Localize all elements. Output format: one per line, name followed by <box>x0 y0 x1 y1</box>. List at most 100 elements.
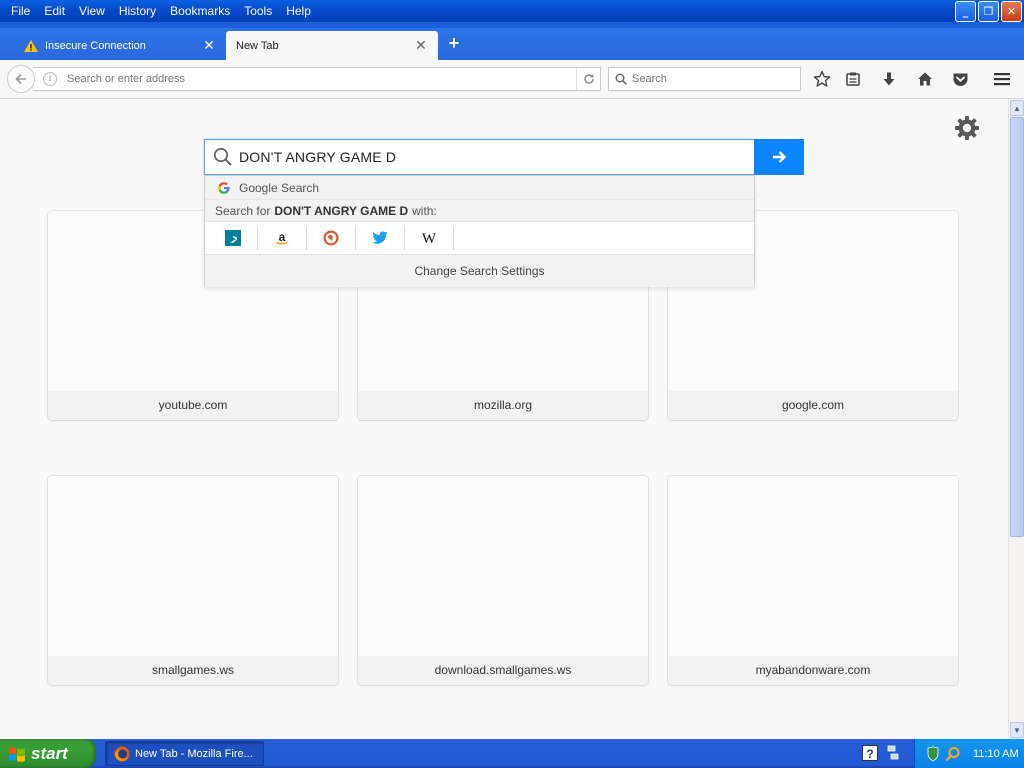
bing-icon <box>225 230 241 246</box>
url-bar[interactable]: i <box>33 67 601 91</box>
menu-bar: File Edit View History Bookmarks Tools H… <box>0 0 1024 22</box>
home-button[interactable] <box>914 68 936 90</box>
help-tray-icon[interactable]: ? <box>862 745 878 761</box>
tile-label: mozilla.org <box>358 391 648 420</box>
tile-label: smallgames.ws <box>48 656 338 685</box>
engine-wikipedia-button[interactable]: W <box>405 226 454 250</box>
pocket-button[interactable] <box>949 68 971 90</box>
gear-icon <box>955 116 979 140</box>
window-controls: _ ❐ ✕ <box>955 1 1022 22</box>
tile-label: google.com <box>668 391 958 420</box>
plus-icon: + <box>448 33 460 53</box>
search-for-query: DON'T ANGRY GAME D <box>274 203 409 218</box>
tile-label: youtube.com <box>48 391 338 420</box>
back-button[interactable] <box>7 65 35 93</box>
top-site-tile-myabandonware[interactable]: myabandonware.com <box>668 476 958 685</box>
search-icon <box>615 73 627 85</box>
info-icon[interactable]: i <box>43 72 57 86</box>
download-arrow-icon <box>883 72 895 86</box>
menu-tools[interactable]: Tools <box>237 4 279 18</box>
top-site-tile-download-smallgames[interactable]: download.smallgames.ws <box>358 476 648 685</box>
menu-help[interactable]: Help <box>279 4 318 18</box>
close-icon: ✕ <box>1006 5 1017 18</box>
minimize-button[interactable]: _ <box>955 1 976 22</box>
search-for-suffix: with: <box>412 203 437 218</box>
bookmarks-menu-button[interactable] <box>842 68 864 90</box>
clipboard-icon <box>846 72 860 86</box>
engine-duckduckgo-button[interactable] <box>307 226 356 250</box>
home-icon <box>918 72 932 86</box>
engine-amazon-button[interactable]: a <box>258 226 307 250</box>
search-go-button[interactable] <box>754 139 804 175</box>
restore-icon: ❐ <box>983 5 994 18</box>
google-search-suggestion[interactable]: Google Search <box>205 176 754 200</box>
back-arrow-icon <box>15 73 26 85</box>
change-search-settings-button[interactable]: Change Search Settings <box>205 255 754 287</box>
hamburger-icon <box>994 73 1010 86</box>
tab-title: Insecure Connection <box>45 39 146 52</box>
top-site-tile-smallgames[interactable]: smallgames.ws <box>48 476 338 685</box>
one-off-engines: a W <box>205 222 754 255</box>
pocket-icon <box>953 73 967 86</box>
close-window-button[interactable]: ✕ <box>1001 1 1022 22</box>
menu-edit[interactable]: Edit <box>37 4 72 18</box>
warning-icon <box>24 39 38 52</box>
triangle-up-icon: ▲ <box>1013 103 1021 113</box>
clock: 11:10 AM <box>973 747 1019 760</box>
tile-thumbnail <box>668 476 958 656</box>
triangle-down-icon: ▼ <box>1013 725 1021 735</box>
reload-icon[interactable] <box>576 68 600 90</box>
menu-view[interactable]: View <box>72 4 112 18</box>
menu-bookmarks[interactable]: Bookmarks <box>163 4 237 18</box>
tile-label: myabandonware.com <box>668 656 958 685</box>
system-tray: 11:10 AM <box>914 739 1024 768</box>
search-tray-icon[interactable] <box>945 746 961 762</box>
tab-new-tab[interactable]: New Tab ✕ <box>226 31 438 60</box>
taskbar-item-firefox[interactable]: New Tab - Mozilla Fire... <box>105 741 264 766</box>
menu-file[interactable]: File <box>4 4 37 18</box>
scrollbar-thumb[interactable] <box>1010 117 1024 537</box>
google-icon <box>218 181 230 194</box>
tab-close-icon[interactable]: ✕ <box>414 37 428 54</box>
search-bar[interactable] <box>608 67 801 91</box>
engine-bing-button[interactable] <box>209 226 258 250</box>
svg-text:a: a <box>279 230 286 244</box>
new-tab-button[interactable]: + <box>445 34 463 52</box>
downloads-button[interactable] <box>878 68 900 90</box>
scroll-up-button[interactable]: ▲ <box>1010 100 1024 116</box>
bookmark-star-button[interactable] <box>811 68 833 90</box>
search-for-row: Search for DON'T ANGRY GAME D with: <box>205 200 754 222</box>
hamburger-menu-button[interactable] <box>991 68 1013 90</box>
wikipedia-icon: W <box>422 231 437 246</box>
vertical-scrollbar[interactable]: ▲ ▼ <box>1008 99 1024 739</box>
star-icon <box>813 70 831 87</box>
menu-history[interactable]: History <box>112 4 163 18</box>
tile-thumbnail <box>48 476 338 656</box>
tab-title: New Tab <box>236 39 279 52</box>
windows-logo-icon <box>9 746 25 762</box>
scroll-down-button[interactable]: ▼ <box>1010 722 1024 738</box>
duckduckgo-icon <box>323 230 339 246</box>
customize-settings-button[interactable] <box>953 114 981 142</box>
tab-insecure-connection[interactable]: Insecure Connection ✕ <box>14 31 226 60</box>
tab-close-icon[interactable]: ✕ <box>202 37 216 54</box>
tile-label: download.smallgames.ws <box>358 656 648 685</box>
restore-button[interactable]: ❐ <box>978 1 999 22</box>
start-button[interactable]: start <box>0 739 96 768</box>
shield-tray-icon[interactable] <box>925 746 941 762</box>
newtab-search-field[interactable]: DON'T ANGRY GAME D <box>204 139 755 175</box>
search-query-text[interactable]: DON'T ANGRY GAME D <box>239 149 396 165</box>
url-input[interactable] <box>67 73 576 85</box>
search-icon <box>213 147 232 166</box>
svg-text:W: W <box>422 231 437 246</box>
menu: File Edit View History Bookmarks Tools H… <box>0 0 318 22</box>
twitter-icon <box>372 231 388 244</box>
taskbar-item-label: New Tab - Mozilla Fire... <box>135 747 253 760</box>
engine-twitter-button[interactable] <box>356 226 405 250</box>
google-search-label: Google Search <box>239 180 320 195</box>
network-tray-icon[interactable] <box>886 744 900 762</box>
search-for-prefix: Search for <box>215 203 271 218</box>
tile-thumbnail <box>358 476 648 656</box>
firefox-icon <box>114 746 130 761</box>
search-input[interactable] <box>632 73 800 85</box>
